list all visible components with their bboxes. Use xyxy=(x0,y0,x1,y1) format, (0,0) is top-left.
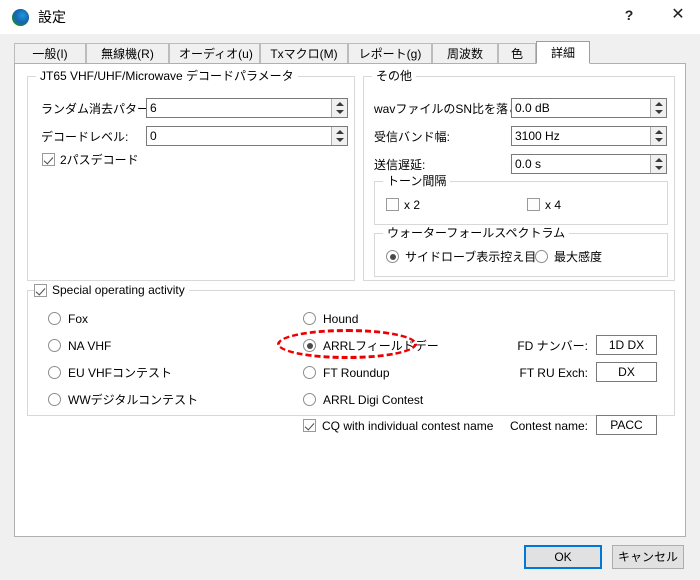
rx-bandwidth-spin-buttons[interactable] xyxy=(650,127,666,145)
tone-spacing-x4-label: x 4 xyxy=(545,198,562,212)
random-erasure-spin-buttons[interactable] xyxy=(331,99,347,117)
tab-strip: 一般(I) 無線機(R) オーディオ(u) Txマクロ(M) レポート(g) 周… xyxy=(14,41,686,64)
cq-individual-contest-name-label: CQ with individual contest name xyxy=(322,419,494,433)
spin-up-icon[interactable] xyxy=(336,102,344,106)
wav-sn-degrade-value: 0.0 dB xyxy=(515,101,550,115)
tx-delay-label: 送信遅延: xyxy=(374,158,426,172)
cancel-button[interactable]: キャンセル xyxy=(612,545,684,569)
settings-dialog: 設定 ? ✕ 一般(I) 無線機(R) オーディオ(u) Txマクロ(M) レポ… xyxy=(0,0,700,580)
radio-hound-label: Hound xyxy=(323,312,359,326)
decode-level-value: 0 xyxy=(150,129,157,143)
tone-spacing-x2-checkbox[interactable] xyxy=(386,198,399,211)
tone-spacing-legend: トーン間隔 xyxy=(383,174,451,188)
close-icon[interactable]: ✕ xyxy=(655,0,700,30)
jt65-decode-params-group: JT65 VHF/UHF/Microwave デコードパラメータ ランダム消去パ… xyxy=(27,69,355,281)
radio-fox[interactable] xyxy=(48,312,61,325)
rx-bandwidth-label: 受信バンド幅: xyxy=(374,130,450,144)
wav-sn-degrade-spinbox[interactable]: 0.0 dB xyxy=(511,98,667,118)
ft-ru-exch-input[interactable]: DX xyxy=(596,362,657,382)
two-pass-decoding-label: 2パスデコード xyxy=(60,153,139,167)
spin-down-icon[interactable] xyxy=(655,138,663,142)
special-operating-activity-group: Special operating activity Fox NA VHF EU… xyxy=(27,283,675,435)
tab-radio[interactable]: 無線機(R) xyxy=(86,43,169,63)
title-bar: 設定 ? ✕ xyxy=(0,0,700,34)
jt65-decode-params-legend: JT65 VHF/UHF/Microwave デコードパラメータ xyxy=(36,69,298,83)
waterfall-low-sidelobes-label: サイドローブ表示控え目 xyxy=(405,250,537,264)
radio-arrl-field-day-label: ARRLフィールドデー xyxy=(323,339,439,353)
waterfall-spectrum-legend: ウォーターフォールスペクトラム xyxy=(383,226,570,240)
spin-up-icon[interactable] xyxy=(655,158,663,162)
fd-number-input[interactable]: 1D DX xyxy=(596,335,657,355)
two-pass-decoding-checkbox[interactable] xyxy=(42,153,55,166)
decode-level-label: デコードレベル: xyxy=(41,130,129,144)
tab-frequencies[interactable]: 周波数 xyxy=(432,43,498,63)
spin-down-icon[interactable] xyxy=(655,110,663,114)
tab-page-advanced: JT65 VHF/UHF/Microwave デコードパラメータ ランダム消去パ… xyxy=(14,63,686,537)
fd-number-label: FD ナンバー: xyxy=(517,339,588,353)
spin-down-icon[interactable] xyxy=(336,110,344,114)
tone-spacing-group: トーン間隔 x 2 x 4 xyxy=(374,174,668,225)
waterfall-most-sensitive-radio[interactable] xyxy=(535,250,548,263)
other-group: その他 wavファイルのSN比を落とす: 0.0 dB 受信バンド幅: 3100… xyxy=(363,69,675,281)
radio-arrl-field-day[interactable] xyxy=(303,339,316,352)
help-button[interactable]: ? xyxy=(606,0,652,30)
radio-fox-label: Fox xyxy=(68,312,89,326)
tx-delay-spinbox[interactable]: 0.0 s xyxy=(511,154,667,174)
spin-up-icon[interactable] xyxy=(655,130,663,134)
spin-down-icon[interactable] xyxy=(655,166,663,170)
wav-sn-spin-buttons[interactable] xyxy=(650,99,666,117)
radio-na-vhf[interactable] xyxy=(48,339,61,352)
radio-ft-roundup[interactable] xyxy=(303,366,316,379)
radio-ww-digi-contest[interactable] xyxy=(48,393,61,406)
radio-hound[interactable] xyxy=(303,312,316,325)
tab-advanced[interactable]: 詳細 xyxy=(536,41,590,64)
tone-spacing-x2-label: x 2 xyxy=(404,198,421,212)
ok-button[interactable]: OK xyxy=(524,545,602,569)
radio-ft-roundup-label: FT Roundup xyxy=(323,366,390,380)
radio-eu-vhf-contest-label: EU VHFコンテスト xyxy=(68,366,173,380)
rx-bandwidth-spinbox[interactable]: 3100 Hz xyxy=(511,126,667,146)
decode-level-spinbox[interactable]: 0 xyxy=(146,126,348,146)
ft-ru-exch-label: FT RU Exch: xyxy=(519,366,588,380)
tab-audio[interactable]: オーディオ(u) xyxy=(169,43,260,63)
contest-name-label: Contest name: xyxy=(509,419,588,433)
tone-spacing-x4-checkbox[interactable] xyxy=(527,198,540,211)
radio-ww-digi-contest-label: WWデジタルコンテスト xyxy=(68,393,199,407)
window-title: 設定 xyxy=(38,9,66,25)
other-group-legend: その他 xyxy=(372,69,417,83)
spin-up-icon[interactable] xyxy=(655,102,663,106)
tx-delay-value: 0.0 s xyxy=(515,157,542,171)
spin-up-icon[interactable] xyxy=(336,130,344,134)
decode-level-spin-buttons[interactable] xyxy=(331,127,347,145)
waterfall-spectrum-group: ウォーターフォールスペクトラム サイドローブ表示控え目 最大感度 xyxy=(374,226,668,277)
random-erasure-spinbox[interactable]: 6 xyxy=(146,98,348,118)
special-operating-activity-checkbox[interactable] xyxy=(34,283,47,297)
random-erasure-value: 6 xyxy=(150,101,157,115)
tab-reporting[interactable]: レポート(g) xyxy=(348,43,432,63)
waterfall-low-sidelobes-radio[interactable] xyxy=(386,250,399,263)
contest-name-input[interactable]: PACC xyxy=(596,415,657,435)
tab-tx-macros[interactable]: Txマクロ(M) xyxy=(260,43,348,63)
radio-na-vhf-label: NA VHF xyxy=(68,339,112,353)
globe-icon xyxy=(12,9,29,26)
radio-eu-vhf-contest[interactable] xyxy=(48,366,61,379)
radio-arrl-digi-contest-label: ARRL Digi Contest xyxy=(323,393,424,407)
tab-general[interactable]: 一般(I) xyxy=(14,43,86,63)
spin-down-icon[interactable] xyxy=(336,138,344,142)
special-operating-activity-label: Special operating activity xyxy=(52,283,185,297)
cq-individual-contest-name-checkbox[interactable] xyxy=(303,419,316,432)
rx-bandwidth-value: 3100 Hz xyxy=(515,129,560,143)
tx-delay-spin-buttons[interactable] xyxy=(650,155,666,173)
radio-arrl-digi-contest[interactable] xyxy=(303,393,316,406)
waterfall-most-sensitive-label: 最大感度 xyxy=(554,250,603,264)
tab-colors[interactable]: 色 xyxy=(498,43,536,63)
